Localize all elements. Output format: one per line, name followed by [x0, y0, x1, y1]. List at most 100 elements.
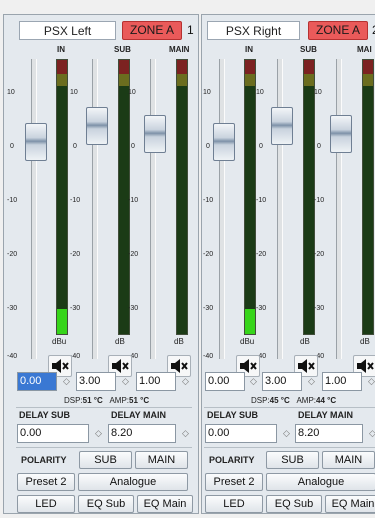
channel-label-main: MAI — [357, 45, 372, 54]
polarity-sub-button[interactable]: SUB — [266, 451, 319, 469]
unit-label-main: dB — [174, 337, 184, 346]
spin-updown-icon[interactable]: ◇ — [179, 372, 192, 391]
gain-field-in[interactable]: 0.00 — [17, 372, 57, 391]
tick-label: -30 — [128, 305, 139, 312]
meter-level-in — [57, 309, 67, 334]
polarity-sub-button[interactable]: SUB — [79, 451, 132, 469]
spin-updown-icon[interactable]: ◇ — [60, 372, 73, 391]
gain-field-in[interactable]: 0.00 — [205, 372, 245, 391]
fader-track-main — [336, 59, 342, 359]
input-mode-button[interactable]: Analogue — [266, 473, 375, 491]
spin-updown-icon[interactable]: ◇ — [365, 372, 375, 391]
tick-label: 10 — [256, 89, 264, 96]
zone-select-button[interactable]: ZONE A — [122, 21, 182, 40]
tick-label: 10 — [314, 89, 322, 96]
polarity-main-button[interactable]: MAIN — [135, 451, 188, 469]
tick-label: 0 — [259, 143, 263, 150]
fader-knob-in[interactable] — [25, 123, 47, 161]
gain-field-main[interactable]: 1.00 — [322, 372, 362, 391]
tick-label: 0 — [317, 143, 321, 150]
tick-label: -10 — [256, 197, 267, 204]
channel-label-sub: SUB — [300, 45, 317, 54]
tick-label: 0 — [206, 143, 210, 150]
delay-main-field[interactable]: 8.20 — [108, 424, 176, 443]
eq-main-button[interactable]: EQ Main — [137, 495, 193, 513]
tick-label: 0 — [10, 143, 14, 150]
unit-label-in: dBu — [52, 337, 67, 346]
spin-updown-icon[interactable]: ◇ — [92, 424, 105, 443]
level-meter-main — [176, 59, 188, 335]
temperature-readout: DSP:45 °C AMP:44 °C — [251, 396, 337, 405]
tick-label: -20 — [203, 251, 214, 258]
tick-label: 10 — [7, 89, 15, 96]
tick-label: -10 — [7, 197, 18, 204]
led-button[interactable]: LED — [17, 495, 75, 513]
fader-track-sub — [92, 59, 98, 359]
tick-label: -10 — [70, 197, 81, 204]
fader-knob-main[interactable] — [144, 115, 166, 153]
spin-updown-icon[interactable]: ◇ — [280, 424, 293, 443]
delay-sub-field[interactable]: 0.00 — [17, 424, 89, 443]
divider — [204, 407, 375, 408]
tick-label: -30 — [7, 305, 18, 312]
preset-button[interactable]: Preset 2 — [17, 473, 75, 491]
channel-label-sub: SUB — [114, 45, 131, 54]
zone-panel-right: PSX Right ZONE A 2 IN SUB MAI dBu dB dB … — [201, 14, 375, 514]
unit-label-sub: dB — [115, 337, 125, 346]
zone-select-button[interactable]: ZONE A — [308, 21, 368, 40]
tick-label: 10 — [203, 89, 211, 96]
tick-label: -20 — [128, 251, 139, 258]
tick-label: 0 — [73, 143, 77, 150]
spin-updown-icon[interactable]: ◇ — [179, 424, 192, 443]
fader-knob-main[interactable] — [330, 115, 352, 153]
spin-updown-icon[interactable]: ◇ — [247, 372, 260, 391]
delay-main-label: DELAY MAIN — [298, 410, 354, 420]
channel-label-in: IN — [245, 45, 253, 54]
eq-sub-button[interactable]: EQ Sub — [78, 495, 134, 513]
spin-updown-icon[interactable]: ◇ — [305, 372, 318, 391]
preset-button[interactable]: Preset 2 — [205, 473, 263, 491]
tick-label: 10 — [70, 89, 78, 96]
tick-label: -30 — [70, 305, 81, 312]
channel-label-main: MAIN — [169, 45, 190, 54]
level-meter-main — [362, 59, 374, 335]
polarity-label: POLARITY — [21, 455, 67, 465]
delay-sub-label: DELAY SUB — [19, 410, 71, 420]
level-meter-in — [244, 59, 256, 335]
fader-knob-sub[interactable] — [271, 107, 293, 145]
gain-field-main[interactable]: 1.00 — [136, 372, 176, 391]
gain-field-sub[interactable]: 3.00 — [262, 372, 302, 391]
eq-main-button[interactable]: EQ Main — [325, 495, 375, 513]
input-mode-button[interactable]: Analogue — [78, 473, 188, 491]
delay-main-field[interactable]: 8.20 — [295, 424, 363, 443]
zone-name-field[interactable]: PSX Left — [19, 21, 116, 40]
tick-label: -10 — [203, 197, 214, 204]
temperature-readout: DSP:51 °C AMP:51 °C — [64, 396, 150, 405]
tick-label: -10 — [314, 197, 325, 204]
gain-field-sub[interactable]: 3.00 — [76, 372, 116, 391]
delay-sub-field[interactable]: 0.00 — [205, 424, 277, 443]
channel-label-in: IN — [57, 45, 65, 54]
eq-sub-button[interactable]: EQ Sub — [266, 495, 322, 513]
polarity-main-button[interactable]: MAIN — [322, 451, 375, 469]
tick-label: -30 — [203, 305, 214, 312]
divider — [204, 447, 375, 448]
zone-number: 1 — [187, 23, 194, 37]
tick-label: -20 — [256, 251, 267, 258]
spin-updown-icon[interactable]: ◇ — [119, 372, 132, 391]
led-button[interactable]: LED — [205, 495, 263, 513]
fader-knob-sub[interactable] — [86, 107, 108, 145]
tick-label: -30 — [314, 305, 325, 312]
zone-panel-left: PSX Left ZONE A 1 IN SUB MAIN dBu dB dB … — [3, 14, 199, 514]
spin-updown-icon[interactable]: ◇ — [366, 424, 375, 443]
tick-label: -20 — [70, 251, 81, 258]
delay-main-label: DELAY MAIN — [111, 410, 167, 420]
zone-name-field[interactable]: PSX Right — [207, 21, 300, 40]
level-meter-in — [56, 59, 68, 335]
fader-knob-in[interactable] — [213, 123, 235, 161]
unit-label-sub: dB — [300, 337, 310, 346]
tick-label: -10 — [128, 197, 139, 204]
fader-track-sub — [277, 59, 283, 359]
fader-track-main — [150, 59, 156, 359]
fader-track-in — [219, 59, 225, 359]
